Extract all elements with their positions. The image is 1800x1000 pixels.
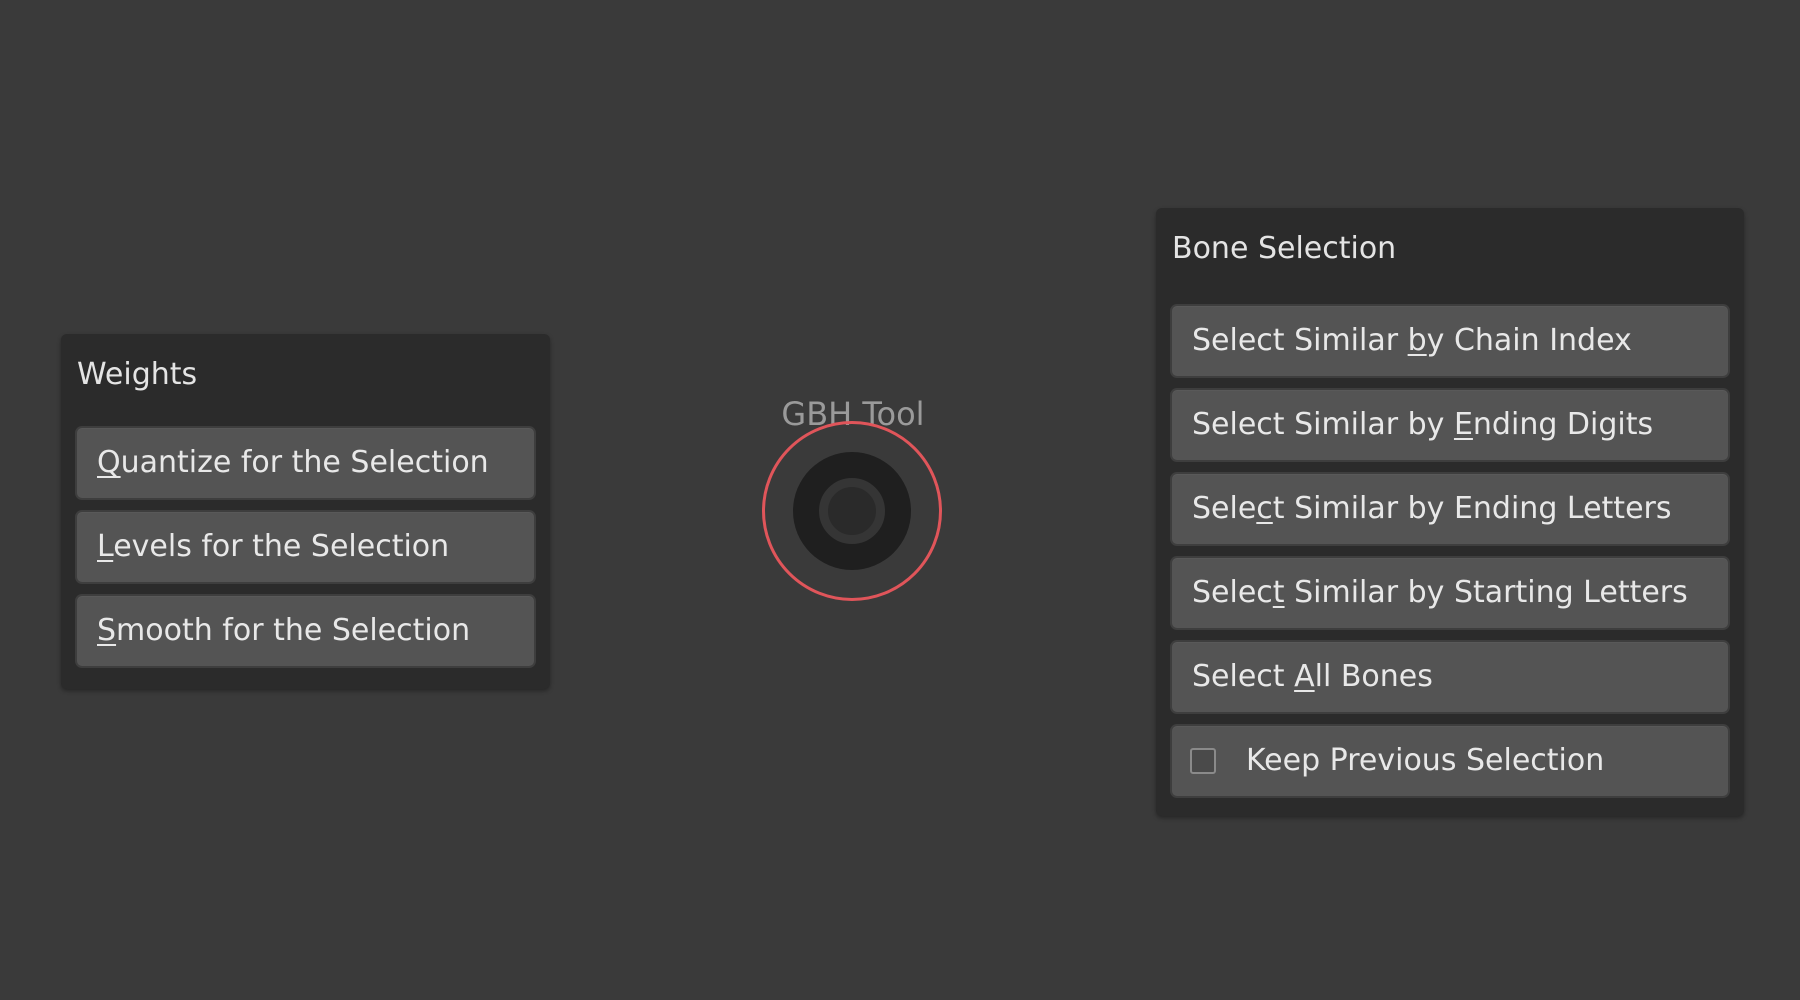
weights-panel: Weights Quantize for the Selection Level… bbox=[61, 334, 550, 689]
hotkey-underline: Q bbox=[97, 445, 121, 480]
quantize-selection-button[interactable]: Quantize for the Selection bbox=[75, 426, 536, 500]
select-similar-ending-digits-button[interactable]: Select Similar by Ending Digits bbox=[1170, 388, 1730, 462]
hotkey-underline: S bbox=[97, 613, 117, 648]
weights-panel-title: Weights bbox=[77, 357, 198, 392]
hotkey-underline: L bbox=[97, 529, 114, 564]
smooth-selection-button[interactable]: Smooth for the Selection bbox=[75, 594, 536, 668]
hotkey-underline: A bbox=[1294, 659, 1315, 694]
keep-previous-selection-checkbox[interactable] bbox=[1190, 748, 1216, 774]
hotkey-underline: b bbox=[1407, 323, 1427, 358]
bone-selection-panel-title: Bone Selection bbox=[1172, 231, 1397, 266]
select-similar-starting-letters-button[interactable]: Select Similar by Starting Letters bbox=[1170, 556, 1730, 630]
hotkey-underline: E bbox=[1453, 407, 1473, 442]
select-similar-ending-letters-button[interactable]: Select Similar by Ending Letters bbox=[1170, 472, 1730, 546]
keep-previous-selection-label: Keep Previous Selection bbox=[1246, 743, 1605, 778]
select-similar-chain-index-button[interactable]: Select Similar by Chain Index bbox=[1170, 304, 1730, 378]
hotkey-underline: c bbox=[1256, 491, 1273, 526]
levels-selection-button[interactable]: Levels for the Selection bbox=[75, 510, 536, 584]
keep-previous-selection-toggle[interactable]: Keep Previous Selection bbox=[1170, 724, 1730, 798]
viewport-background: Weights Quantize for the Selection Level… bbox=[0, 0, 1800, 1000]
bone-selection-panel: Bone Selection Select Similar by Chain I… bbox=[1156, 208, 1744, 816]
pie-direction-ring-icon bbox=[819, 478, 885, 544]
select-all-bones-button[interactable]: Select All Bones bbox=[1170, 640, 1730, 714]
hotkey-underline: t bbox=[1272, 575, 1285, 610]
